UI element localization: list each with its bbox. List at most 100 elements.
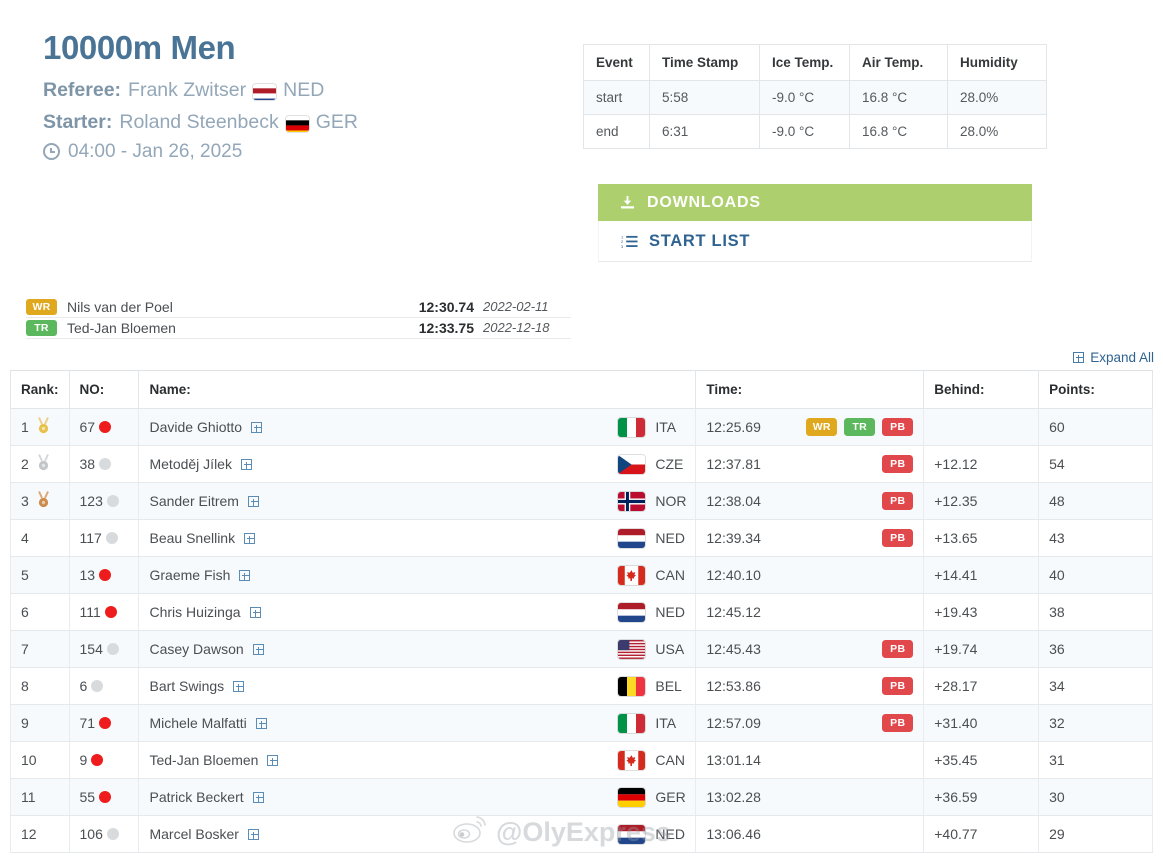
rank-value: 7: [21, 641, 29, 657]
expand-row-icon[interactable]: [239, 569, 251, 581]
conditions-col-timestamp: Time Stamp: [649, 44, 760, 81]
table-row[interactable]: 9 71 Michele Malfatti ITA 12:57.09 PB +31.40 32: [10, 704, 1153, 742]
expand-row-icon[interactable]: [244, 532, 256, 544]
cell-rank: 7: [10, 630, 70, 668]
page-title: 10000m Men: [43, 29, 236, 66]
start-number: 67: [79, 419, 96, 435]
event-header: 10000m Men Referee: Frank Zwitser NED St…: [0, 0, 580, 163]
cond-ice: -9.0 °C: [759, 80, 850, 115]
conditions-col-event: Event: [583, 44, 650, 81]
cell-rank: 12: [10, 815, 70, 853]
finish-time: 13:06.46: [706, 826, 761, 842]
flag-ger-icon: [618, 787, 646, 807]
badge-pb: PB: [882, 418, 914, 436]
expand-row-icon[interactable]: [255, 717, 267, 729]
medal-bronze-icon: [36, 491, 51, 511]
table-row[interactable]: 8 6 Bart Swings BEL 12:53.86 PB +28.17 34: [10, 667, 1153, 705]
cond-humidity: 28.0%: [947, 114, 1047, 149]
finish-time: 13:01.14: [706, 752, 761, 768]
athlete-name: Beau Snellink: [149, 530, 236, 546]
expand-row-icon[interactable]: [240, 458, 252, 470]
cell-name: Chris Huizinga NED: [138, 593, 697, 631]
nation-code: BEL: [655, 678, 682, 694]
table-row[interactable]: 12 106 Marcel Bosker NED 13:06.46 +40.77 29: [10, 815, 1153, 853]
lane-dot-inner-icon: [99, 791, 112, 803]
rank-value: 1: [21, 419, 29, 435]
conditions-table-wrapper: Event Time Stamp Ice Temp. Air Temp. Hum…: [583, 44, 1047, 149]
start-number: 123: [79, 493, 103, 509]
lane-dot-outer-icon: [106, 828, 119, 840]
results-table-wrapper: Rank: NO: Name: Time: Behind: Points: 1 6…: [10, 370, 1153, 853]
cell-time: 12:25.69 WR TR PB: [695, 408, 925, 446]
expand-row-icon[interactable]: [249, 606, 261, 618]
expand-row-icon[interactable]: [247, 495, 259, 507]
cell-behind: +12.35: [923, 482, 1040, 520]
cell-rank: 8: [10, 667, 70, 705]
expand-row-icon[interactable]: [252, 791, 264, 803]
conditions-col-ice-temp: Ice Temp.: [759, 44, 850, 81]
downloads-button[interactable]: DOWNLOADS: [598, 184, 1032, 221]
expand-all-link[interactable]: Expand All: [1073, 350, 1154, 365]
start-list-button[interactable]: 1 2 3 START LIST: [598, 221, 1032, 262]
expand-row-icon[interactable]: [247, 828, 259, 840]
expand-all-label: Expand All: [1090, 350, 1154, 365]
cell-name: Bart Swings BEL: [138, 667, 697, 705]
cell-rank: 9: [10, 704, 70, 742]
nation-code: CAN: [655, 752, 685, 768]
cell-time: 13:02.28: [695, 778, 925, 816]
table-row[interactable]: 6 111 Chris Huizinga NED 12:45.12 +19.43 38: [10, 593, 1153, 631]
rank-value: 5: [21, 567, 29, 583]
flag-usa-icon: [618, 639, 646, 659]
nation-code: NED: [655, 826, 685, 842]
cell-name: Graeme Fish CAN: [138, 556, 697, 594]
cell-number: 6: [68, 667, 140, 705]
table-row[interactable]: 10 9 Ted-Jan Bloemen CAN 13:01.14 +35.45 31: [10, 741, 1153, 779]
badge-wr: WR: [806, 418, 838, 436]
table-row[interactable]: 11 55 Patrick Beckert GER 13:02.28 +36.59 30: [10, 778, 1153, 816]
lane-dot-outer-icon: [105, 532, 118, 544]
expand-row-icon[interactable]: [267, 754, 279, 766]
table-row[interactable]: 3 123 Sander Eitrem NOR 12:38.04 PB +12.35 48: [10, 482, 1153, 520]
table-row: start 5:58 -9.0 °C 16.8 °C 28.0%: [583, 80, 1047, 115]
cell-time: 12:37.81 PB: [695, 445, 925, 483]
cond-timestamp: 6:31: [649, 114, 760, 149]
results-col-rank: Rank:: [10, 370, 70, 409]
event-datetime-text: 04:00 - Jan 26, 2025: [68, 140, 243, 162]
cell-name: Metoděj Jílek CZE: [138, 445, 697, 483]
referee-name: Frank Zwitser: [128, 79, 247, 102]
cell-behind: +31.40: [923, 704, 1040, 742]
expand-row-icon[interactable]: [233, 680, 245, 692]
table-row[interactable]: 1 67 Davide Ghiotto ITA 12:25.69 WR TR PB 60: [10, 408, 1153, 446]
finish-time: 12:39.34: [706, 530, 761, 546]
cell-points: 54: [1038, 445, 1153, 483]
table-row[interactable]: 2 38 Metoděj Jílek CZE 12:37.81 PB +12.12 54: [10, 445, 1153, 483]
cell-points: 31: [1038, 741, 1153, 779]
cell-time: 12:57.09 PB: [695, 704, 925, 742]
cell-rank: 11: [10, 778, 70, 816]
table-row[interactable]: 5 13 Graeme Fish CAN 12:40.10 +14.41 40: [10, 556, 1153, 594]
cell-points: 38: [1038, 593, 1153, 631]
rank-value: 2: [21, 456, 29, 472]
expand-row-icon[interactable]: [252, 643, 264, 655]
table-row[interactable]: 7 154 Casey Dawson USA 12:45.43 PB +19.74 36: [10, 630, 1153, 668]
cell-points: 29: [1038, 815, 1153, 853]
expand-row-icon[interactable]: [251, 421, 263, 433]
athlete-name: Metoděj Jílek: [149, 456, 232, 472]
nation-code: ITA: [655, 715, 677, 731]
nation-code: NED: [655, 604, 685, 620]
table-row[interactable]: 4 117 Beau Snellink NED 12:39.34 PB +13.65 43: [10, 519, 1153, 557]
start-number: 117: [79, 530, 102, 546]
plus-box-icon: [1073, 352, 1085, 363]
cell-behind: +13.65: [923, 519, 1040, 557]
athlete-name: Casey Dawson: [149, 641, 244, 657]
flag-can-icon: [618, 565, 646, 585]
badge-pb: PB: [882, 714, 914, 732]
cell-time: 12:45.43 PB: [695, 630, 925, 668]
rank-value: 3: [21, 493, 29, 509]
results-col-time: Time:: [695, 370, 925, 409]
athlete-name: Marcel Bosker: [149, 826, 239, 842]
cell-behind: +14.41: [923, 556, 1040, 594]
lane-dot-inner-icon: [104, 606, 117, 618]
record-date: 2022-12-18: [483, 320, 550, 335]
finish-time: 12:45.43: [706, 641, 761, 657]
